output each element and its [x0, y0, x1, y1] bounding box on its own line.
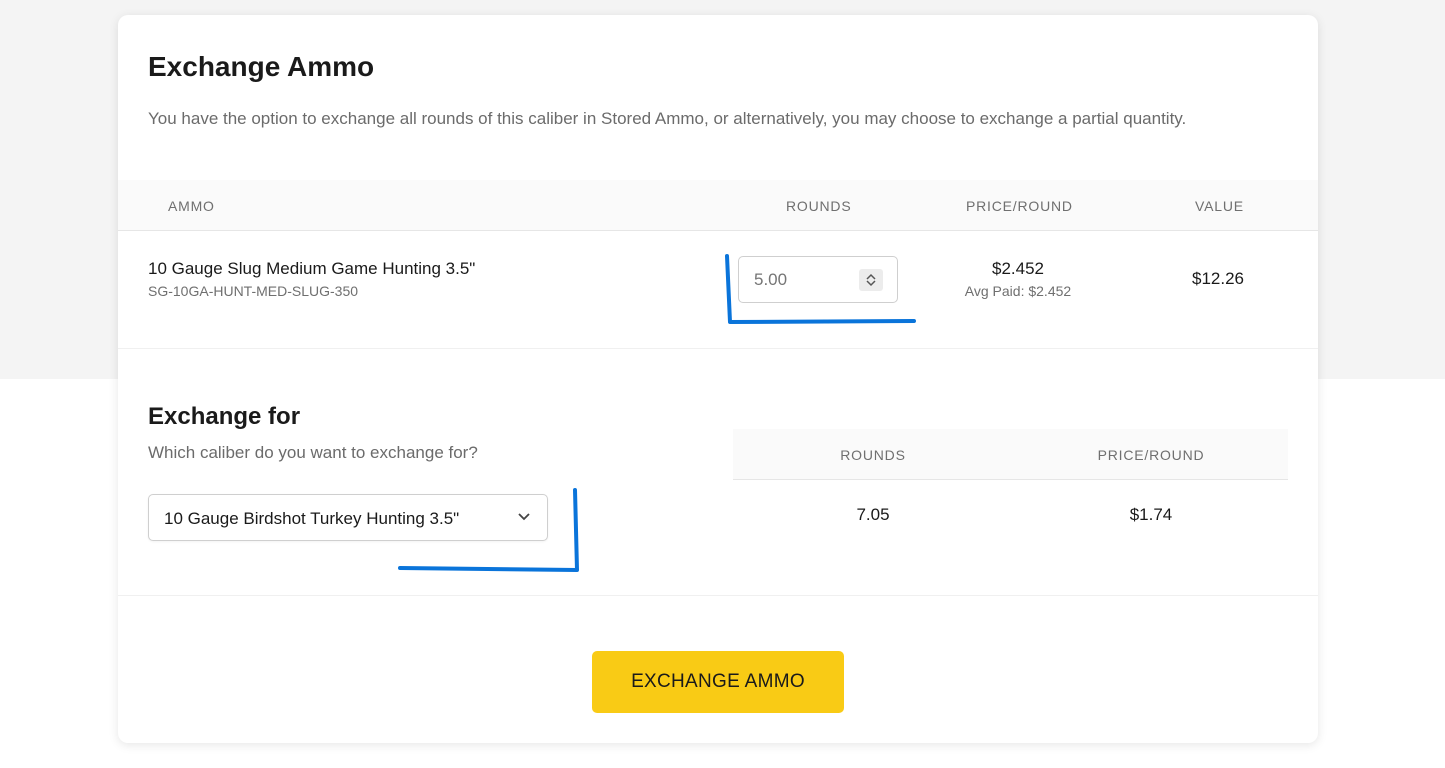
- caliber-select[interactable]: 10 Gauge Birdshot Turkey Hunting 3.5": [148, 494, 548, 541]
- ammo-table-header: AMMO ROUNDS PRICE/ROUND VALUE: [118, 180, 1318, 231]
- column-value: VALUE: [1195, 198, 1244, 214]
- chevron-down-icon: [518, 513, 530, 521]
- page-title: Exchange Ammo: [148, 51, 375, 82]
- chevron-up-icon[interactable]: [866, 273, 876, 280]
- divider: [118, 595, 1318, 596]
- column-price-round: PRICE/ROUND: [1097, 447, 1205, 463]
- column-rounds: ROUNDS: [840, 447, 906, 463]
- price-per-round: $2.452: [992, 259, 1044, 278]
- exchange-for-subtitle: Which caliber do you want to exchange fo…: [148, 443, 478, 462]
- exchange-card: Exchange Ammo You have the option to exc…: [118, 15, 1318, 743]
- avg-paid: Avg Paid: $2.452: [964, 283, 1072, 299]
- column-rounds: ROUNDS: [786, 198, 852, 214]
- ammo-name: 10 Gauge Slug Medium Game Hunting 3.5": [148, 259, 476, 278]
- table-row: 10 Gauge Slug Medium Game Hunting 3.5" S…: [118, 231, 1318, 349]
- column-ammo: AMMO: [168, 198, 215, 214]
- exchange-ammo-button[interactable]: EXCHANGE AMMO: [592, 651, 844, 713]
- exchange-table-header: ROUNDS PRICE/ROUND: [733, 429, 1288, 480]
- column-price-round: PRICE/ROUND: [966, 198, 1073, 214]
- rounds-input[interactable]: [739, 257, 859, 302]
- rounds-input-wrapper: [738, 256, 898, 303]
- caliber-select-value: 10 Gauge Birdshot Turkey Hunting 3.5": [164, 509, 460, 528]
- exchange-rounds: 7.05: [856, 505, 890, 524]
- exchange-price: $1.74: [1129, 505, 1173, 524]
- ammo-value: $12.26: [1192, 269, 1244, 288]
- chevron-down-icon[interactable]: [866, 280, 876, 287]
- exchange-for-title: Exchange for: [148, 403, 301, 430]
- quantity-stepper[interactable]: [859, 269, 883, 291]
- page-description: You have the option to exchange all roun…: [148, 109, 1187, 128]
- ammo-sku: SG-10GA-HUNT-MED-SLUG-350: [148, 283, 359, 299]
